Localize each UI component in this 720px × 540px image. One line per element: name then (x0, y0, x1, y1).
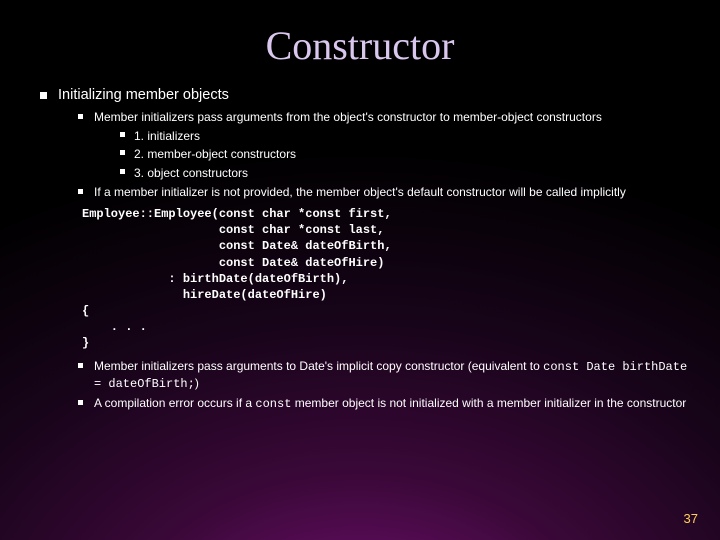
slide: Constructor Initializing member objects … (0, 0, 720, 540)
sub-bullet-1: Member initializers pass arguments from … (78, 109, 692, 181)
sub3-pre: Member initializers pass arguments to Da… (94, 359, 543, 373)
bullet-main-text: Initializing member objects (58, 87, 229, 103)
sub4-a: A compilation error occurs if a (94, 396, 255, 410)
sub4-code: const (255, 397, 291, 411)
sub3-post: ) (195, 376, 199, 390)
bullet-list-sub-2: Member initializers pass arguments to Da… (58, 358, 692, 413)
bullet-list-top: Initializing member objects Member initi… (28, 87, 692, 412)
slide-title: Constructor (28, 22, 692, 69)
subsub-3: 3. object constructors (120, 165, 692, 181)
sub-bullet-4: A compilation error occurs if a const me… (78, 395, 692, 412)
sub4-b: member object is not initialized with a … (291, 396, 686, 410)
sub-bullet-3: Member initializers pass arguments to Da… (78, 358, 692, 392)
bullet-list-sub: Member initializers pass arguments from … (58, 109, 692, 200)
sub-bullet-1-text: Member initializers pass arguments from … (94, 110, 602, 124)
subsub-2: 2. member-object constructors (120, 146, 692, 162)
code-block: Employee::Employee(const char *const fir… (82, 206, 692, 352)
subsub-1: 1. initializers (120, 128, 692, 144)
bullet-list-subsub: 1. initializers 2. member-object constru… (94, 128, 692, 181)
page-number: 37 (684, 511, 698, 526)
bullet-main: Initializing member objects Member initi… (40, 87, 692, 412)
sub-bullet-2: If a member initializer is not provided,… (78, 184, 692, 200)
